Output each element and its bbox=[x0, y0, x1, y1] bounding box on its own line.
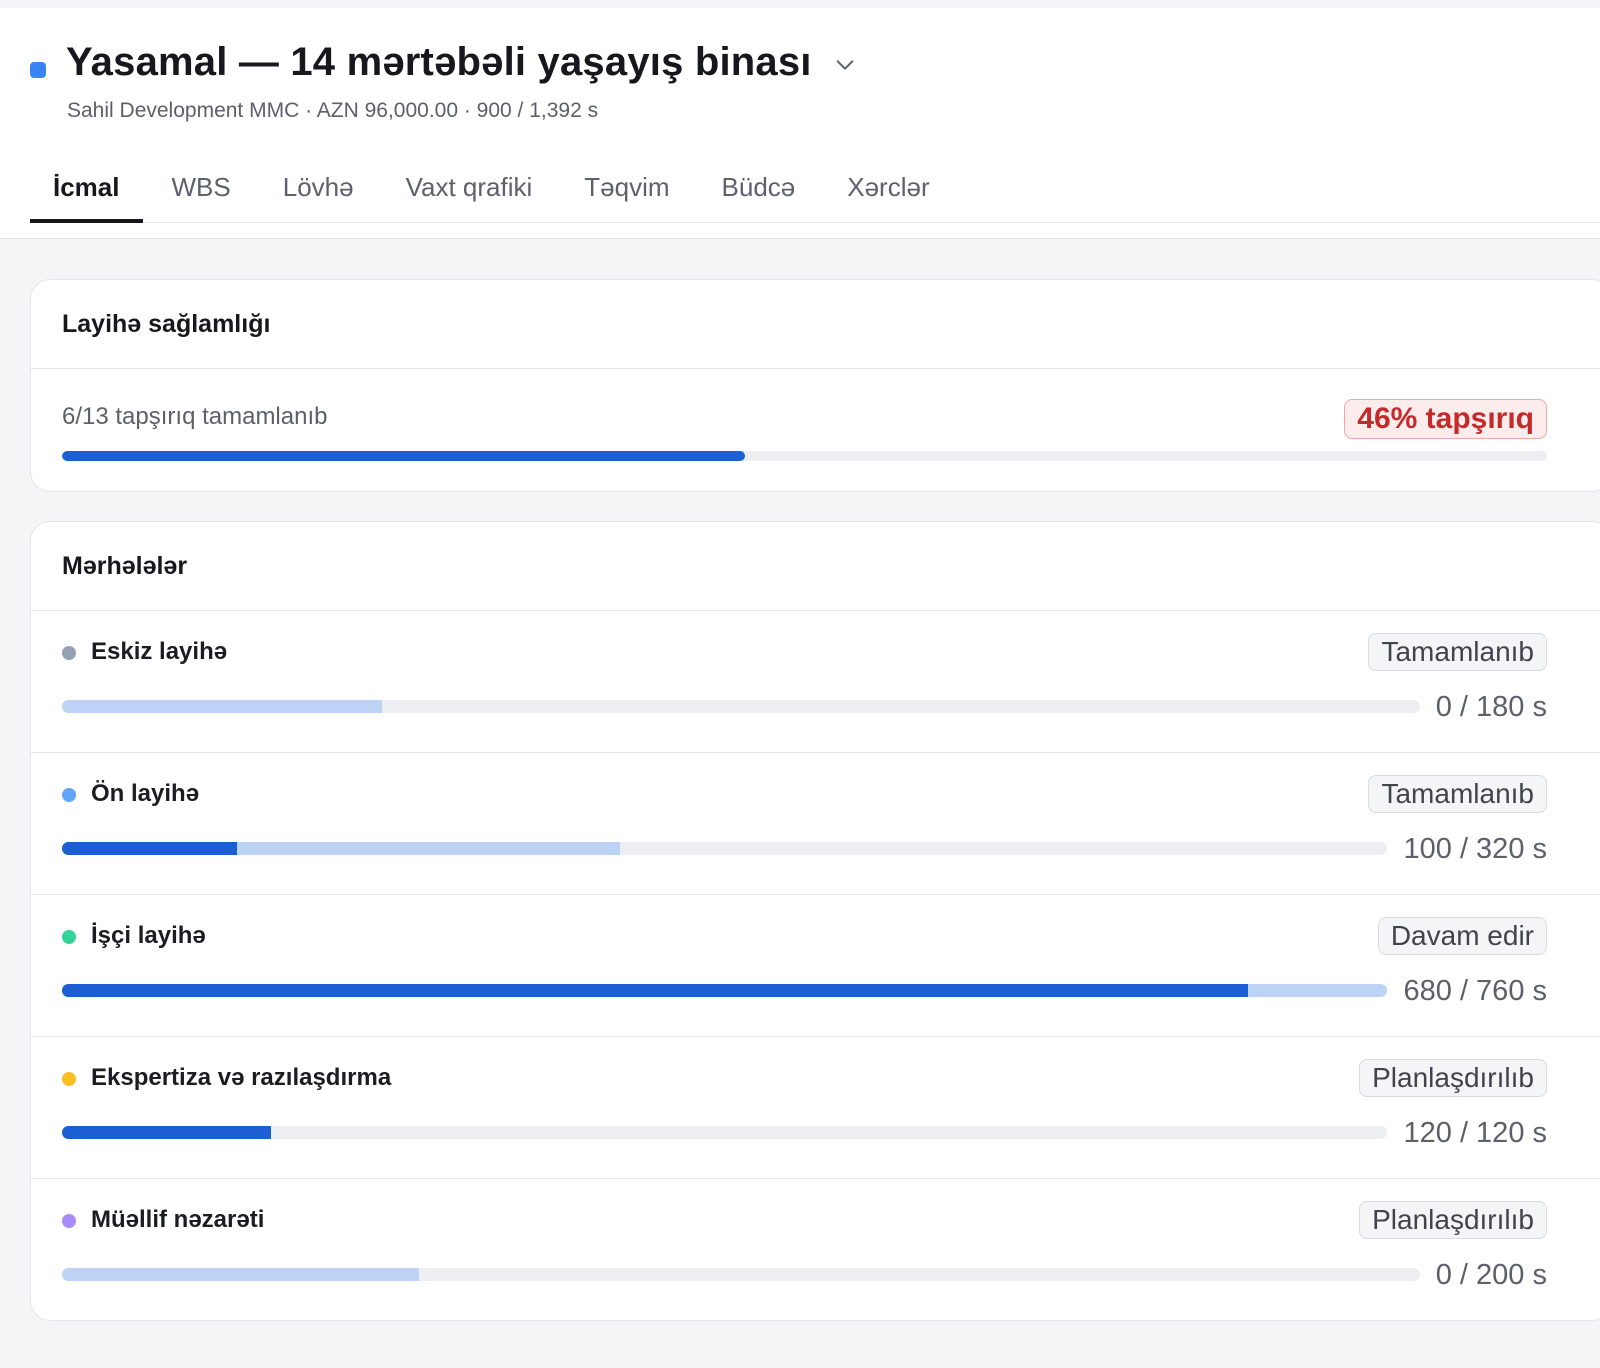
phase-planned-fill bbox=[62, 700, 383, 713]
phase-actual-fill bbox=[62, 1126, 272, 1139]
health-progress-fill bbox=[62, 451, 746, 461]
card-title: Mərhələlər bbox=[31, 522, 1600, 611]
tab-timeline[interactable]: Vaxt qrafiki bbox=[383, 158, 556, 222]
tab-overview[interactable]: İcmal bbox=[30, 158, 143, 223]
tab-board[interactable]: Lövhə bbox=[260, 158, 377, 222]
phase-status-badge: Davam edir bbox=[1377, 917, 1547, 955]
health-progress-bar bbox=[62, 451, 1547, 461]
phase-name: Ön layihə bbox=[91, 780, 200, 807]
phase-name: Ekspertiza və razılaşdırma bbox=[91, 1064, 392, 1091]
phase-row[interactable]: İşçi layihə Davam edir 680 / 760 s bbox=[31, 895, 1600, 1037]
project-color-dot bbox=[30, 61, 46, 78]
phase-hours: 0 / 200 s bbox=[1435, 1259, 1547, 1291]
tab-budget[interactable]: Büdcə bbox=[699, 158, 819, 222]
phases-card: Mərhələlər Eskiz layihə Tamamlanıb 0 / 180… bbox=[30, 521, 1600, 1321]
tab-expenses[interactable]: Xərclər bbox=[824, 158, 952, 222]
phase-row[interactable]: Eskiz layihə Tamamlanıb 0 / 180 s bbox=[31, 611, 1600, 753]
phase-color-dot bbox=[62, 788, 76, 802]
phase-row[interactable]: Ön layihə Tamamlanıb 100 / 320 s bbox=[31, 753, 1600, 895]
phase-hours: 0 / 180 s bbox=[1435, 691, 1547, 723]
phase-name: Müəllif nəzarəti bbox=[91, 1206, 265, 1233]
health-badge: 46% tapşırıq bbox=[1344, 399, 1547, 439]
phase-hours: 680 / 760 s bbox=[1403, 975, 1548, 1007]
page-title: Yasamal — 14 mərtəbəli yaşayış binası bbox=[66, 40, 812, 84]
phase-planned-fill bbox=[62, 1268, 420, 1281]
health-body: 6/13 tapşırıq tamamlanıb 46% tapşırıq bbox=[31, 369, 1600, 491]
phase-actual-fill bbox=[62, 842, 237, 855]
card-title: Layihə sağlamlığı bbox=[31, 280, 1600, 369]
project-subtitle: Sahil Development MMC · AZN 96,000.00 · … bbox=[67, 99, 599, 122]
tab-wbs[interactable]: WBS bbox=[149, 158, 254, 222]
tab-bar: İcmal WBS Lövhə Vaxt qrafiki Təqvim Büdc… bbox=[30, 158, 1600, 223]
phase-color-dot bbox=[62, 1072, 76, 1086]
tab-calendar[interactable]: Təqvim bbox=[561, 158, 692, 222]
phase-row[interactable]: Ekspertiza və razılaşdırma Planlaşdırılıb… bbox=[31, 1037, 1600, 1179]
phase-row[interactable]: Müəllif nəzarəti Planlaşdırılıb 0 / 200 s bbox=[31, 1179, 1600, 1320]
phase-progress-bar bbox=[62, 1126, 1387, 1139]
phase-name: Eskiz layihə bbox=[91, 638, 228, 665]
project-health-card: Layihə sağlamlığı 6/13 tapşırıq tamamlan… bbox=[30, 279, 1600, 492]
phase-progress-bar bbox=[62, 842, 1387, 855]
phase-actual-fill bbox=[62, 984, 1248, 997]
top-strip bbox=[0, 0, 1600, 8]
phase-progress-bar bbox=[62, 984, 1387, 997]
phase-status-badge: Tamamlanıb bbox=[1368, 633, 1547, 671]
phase-color-dot bbox=[62, 930, 76, 944]
project-header: Yasamal — 14 mərtəbəli yaşayış binası Sa… bbox=[0, 8, 1600, 239]
phase-color-dot bbox=[62, 646, 76, 660]
phase-list: Eskiz layihə Tamamlanıb 0 / 180 s Ön layihə… bbox=[31, 611, 1600, 1320]
chevron-down-icon[interactable] bbox=[834, 54, 856, 76]
phase-status-badge: Planlaşdırılıb bbox=[1359, 1059, 1547, 1097]
phase-hours: 100 / 320 s bbox=[1403, 833, 1548, 865]
tasks-completed-text: 6/13 tapşırıq tamamlanıb bbox=[62, 403, 328, 430]
phase-progress-bar bbox=[62, 700, 1420, 713]
phase-progress-bar bbox=[62, 1268, 1420, 1281]
phase-hours: 120 / 120 s bbox=[1403, 1117, 1548, 1149]
phase-status-badge: Planlaşdırılıb bbox=[1359, 1201, 1547, 1239]
phase-status-badge: Tamamlanıb bbox=[1368, 775, 1547, 813]
title-row: Yasamal — 14 mərtəbəli yaşayış binası bbox=[30, 40, 856, 85]
phase-name: İşçi layihə bbox=[91, 922, 206, 949]
phase-color-dot bbox=[62, 1214, 76, 1228]
